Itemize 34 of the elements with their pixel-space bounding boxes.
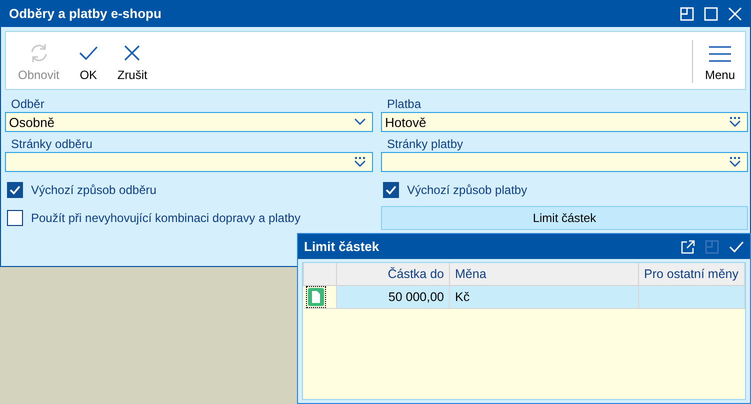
window-title: Odběry a platby e-shopu [9, 6, 162, 21]
menu-icon [708, 44, 732, 64]
lookup-icon [729, 157, 741, 167]
field-label: Stránky odběru [10, 136, 94, 152]
checkbox-label: Výchozí způsob odběru [31, 183, 156, 197]
input-field[interactable]: Hotově [381, 112, 748, 132]
field-label: Odběr [10, 96, 46, 112]
column-header[interactable]: Měna [450, 263, 638, 286]
lookup-icon [354, 157, 366, 167]
checkbox[interactable] [383, 182, 399, 198]
field-label: Platba [386, 96, 422, 112]
input-field[interactable] [381, 152, 748, 172]
checkbox[interactable] [7, 182, 23, 198]
checkbox-label: Použít při nevyhovující kombinaci dopravy a platby [31, 211, 300, 225]
checkbox[interactable] [7, 210, 23, 226]
popout-icon[interactable] [681, 240, 695, 254]
column-header[interactable]: Pro ostatní měny [638, 263, 744, 286]
maximize-icon[interactable] [704, 6, 718, 20]
checkbox-label: Výchozí způsob platby [407, 183, 528, 197]
table-cell: Kč [450, 286, 638, 308]
table-cell: 50 000,00 [336, 286, 450, 308]
menu-button[interactable]: Menu [698, 32, 741, 89]
toolbar-button[interactable]: OK [71, 32, 106, 89]
lookup-icon [729, 117, 741, 127]
input-field[interactable]: Osobně [5, 112, 373, 132]
check-icon[interactable] [729, 240, 744, 254]
toolbar-button[interactable]: Zrušit [111, 32, 154, 89]
field-label: Stránky platby [386, 136, 464, 152]
input-field[interactable] [5, 152, 373, 172]
chevron-down-icon [354, 118, 366, 126]
dialog-title: Limit částek [304, 239, 380, 254]
column-header[interactable]: Částka do [336, 263, 450, 286]
close-icon[interactable] [728, 6, 742, 20]
limit-button[interactable]: Limit částek [381, 206, 748, 230]
